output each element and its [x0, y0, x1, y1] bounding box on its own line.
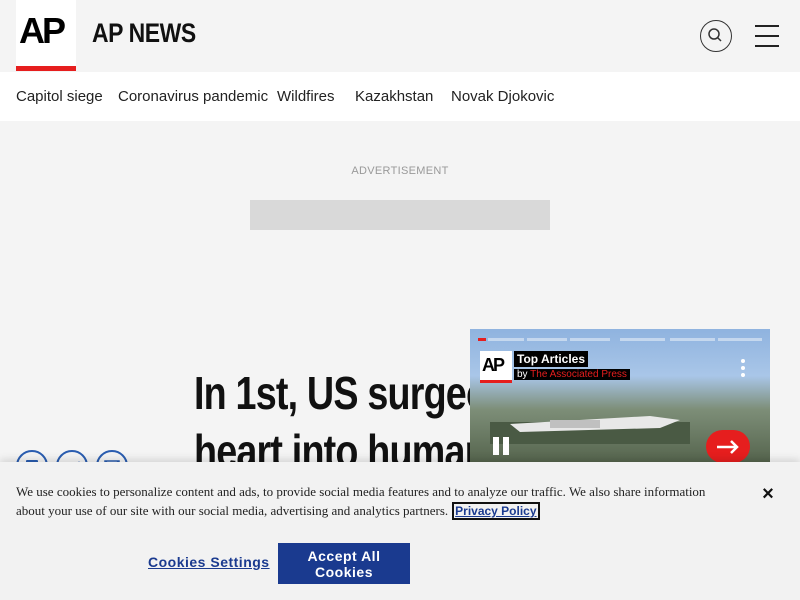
next-video-button[interactable]	[706, 430, 750, 463]
video-logo-text: AP	[482, 355, 505, 375]
logo-red-bar	[16, 66, 76, 71]
arrow-right-icon	[717, 440, 739, 454]
accept-all-cookies-button[interactable]: Accept All Cookies	[278, 543, 410, 584]
video-progress-active	[478, 338, 486, 341]
site-name[interactable]: AP NEWS	[92, 18, 196, 49]
nav-item-djokovic[interactable]: Novak Djokovic	[451, 88, 554, 105]
trending-nav: Capitol siege Coronavirus pandemic Wildf…	[0, 72, 800, 121]
menu-button[interactable]	[755, 25, 781, 47]
video-ap-logo: AP	[480, 351, 512, 383]
search-button[interactable]	[700, 20, 732, 52]
video-progress-segment	[620, 338, 665, 341]
video-progress-segment	[570, 338, 610, 341]
close-icon[interactable]: ×	[758, 484, 778, 504]
cookie-banner: We use cookies to personalize content an…	[0, 462, 800, 600]
pause-icon[interactable]	[492, 437, 510, 455]
ap-logo[interactable]: AP	[16, 0, 76, 71]
nav-item-coronavirus[interactable]: Coronavirus pandemic	[118, 88, 268, 105]
video-progress-segment	[488, 338, 524, 341]
menu-icon	[755, 25, 779, 27]
cookies-settings-button[interactable]: Cookies Settings	[148, 554, 270, 570]
video-progress-segment	[527, 338, 567, 341]
plane-image	[490, 416, 690, 444]
nav-item-capitol-siege[interactable]: Capitol siege	[16, 88, 103, 105]
video-byline: by The Associated Press	[514, 369, 630, 380]
video-title: Top Articles	[514, 351, 589, 367]
nav-item-kazakhstan[interactable]: Kazakhstan	[355, 88, 433, 105]
privacy-policy-link[interactable]: Privacy Policy	[452, 502, 540, 520]
search-icon	[708, 28, 722, 42]
more-icon[interactable]	[740, 359, 746, 377]
video-progress-segment	[670, 338, 715, 341]
logo-text: AP	[19, 10, 66, 51]
video-source: The Associated Press	[530, 369, 627, 380]
nav-item-wildfires[interactable]: Wildfires	[277, 88, 335, 105]
video-progress-segment	[718, 338, 762, 341]
ad-label: ADVERTISEMENT	[351, 165, 449, 177]
video-player[interactable]: AP Top Articles by The Associated Press	[470, 329, 770, 463]
cookie-text: We use cookies to personalize content an…	[16, 484, 706, 520]
site-header: AP AP NEWS	[0, 0, 800, 72]
ad-placeholder[interactable]	[250, 200, 550, 230]
